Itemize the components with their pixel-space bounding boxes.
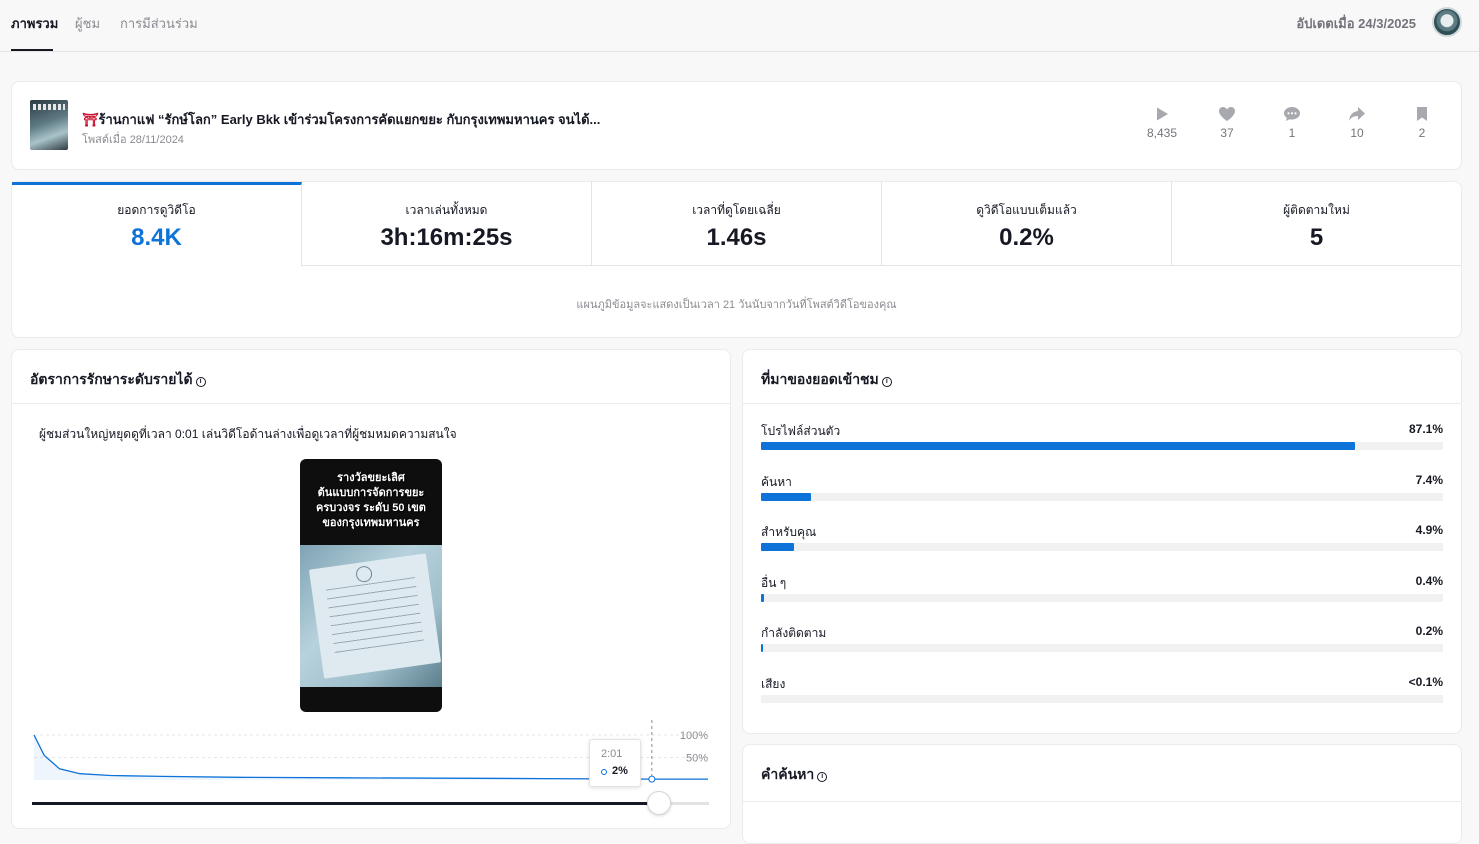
- metrics-card: ยอดการดูวิดีโอ 8.4K เวลาเล่นทั้งหมด 3h:1…: [11, 181, 1462, 338]
- metric-label: ยอดการดูวิดีโอ: [117, 203, 196, 217]
- traffic-source-bar-fill: [761, 543, 794, 551]
- traffic-source-bar-fill: [761, 493, 811, 501]
- metric-watched-full-video[interactable]: ดูวิดีโอแบบเต็มแล้ว 0.2%: [882, 182, 1172, 266]
- retention-card: อัตราการรักษาระดับรายได้ i ผู้ชมส่วนใหญ่ห…: [11, 349, 731, 829]
- metric-label: ดูวิดีโอแบบเต็มแล้ว: [976, 203, 1077, 217]
- traffic-source-bar-track: [761, 543, 1443, 551]
- torii-icon: ⛩: [82, 112, 99, 127]
- info-icon[interactable]: i: [817, 772, 828, 782]
- video-caption: รางวัลขยะเลิศ ต้นแบบการจัดการขยะ ครบวงจร…: [316, 472, 426, 529]
- metric-average-watch-time[interactable]: เวลาที่ดูโดยเฉลี่ย 1.46s: [592, 182, 882, 266]
- info-icon[interactable]: i: [195, 377, 206, 387]
- comment-icon: [1284, 107, 1300, 121]
- traffic-title: ที่มาของยอดเข้าชม i: [761, 369, 892, 391]
- y-tick-label: 50%: [686, 753, 708, 765]
- traffic-source-card: ที่มาของยอดเข้าชม i โปรไฟล์ส่วนตัว 87.1% ค้…: [742, 349, 1462, 734]
- metric-value: 1.46s: [706, 224, 767, 251]
- top-navigation: ภาพรวม ผู้ชม การมีส่วนร่วม อัปเดตเมื่อ 2…: [0, 0, 1479, 52]
- traffic-source-bar-track: [761, 594, 1443, 602]
- tab-overview[interactable]: ภาพรวม: [11, 13, 58, 34]
- tab-engagement[interactable]: การมีส่วนร่วม: [120, 13, 198, 34]
- metric-value: 3h:16m:25s: [380, 224, 513, 251]
- retention-title: อัตราการรักษาระดับรายได้ i: [30, 369, 206, 391]
- traffic-source-name: ค้นหา: [761, 475, 792, 489]
- video-preview[interactable]: รางวัลขยะเลิศ ต้นแบบการจัดการขยะ ครบวงจร…: [300, 459, 442, 712]
- chart-note: แผนภูมิข้อมูลจะแสดงเป็นเวลา 21 วันนับจาก…: [576, 299, 897, 311]
- traffic-source-bar-fill: [761, 442, 1355, 450]
- heart-icon: [1219, 107, 1235, 121]
- traffic-source-percent: 7.4%: [1415, 473, 1443, 487]
- last-updated-label: อัปเดตเมื่อ 24/3/2025: [1296, 16, 1416, 31]
- tooltip-dot: [601, 769, 607, 775]
- metric-total-play-time[interactable]: เวลาเล่นทั้งหมด 3h:16m:25s: [302, 182, 592, 266]
- retention-tooltip: 2:01 2%: [589, 739, 641, 787]
- traffic-source-row: โปรไฟล์ส่วนตัว 87.1%: [761, 422, 1443, 462]
- post-date: โพสต์เมื่อ 28/11/2024: [82, 134, 184, 146]
- playback-slider-progress: [32, 802, 658, 805]
- tooltip-time: 2:01: [601, 748, 623, 760]
- metric-label: เวลาที่ดูโดยเฉลี่ย: [692, 203, 781, 217]
- traffic-source-name: โปรไฟล์ส่วนตัว: [761, 424, 841, 438]
- traffic-source-percent: 87.1%: [1408, 422, 1443, 436]
- bookmark-icon: [1417, 107, 1427, 121]
- traffic-source-row: เสียง <0.1%: [761, 675, 1443, 715]
- metric-label: เวลาเล่นทั้งหมด: [405, 203, 488, 217]
- metric-video-views[interactable]: ยอดการดูวิดีโอ 8.4K: [12, 182, 302, 266]
- traffic-source-bar-fill: [761, 644, 763, 652]
- tooltip-value: 2%: [612, 765, 628, 777]
- traffic-source-name: เสียง: [761, 677, 786, 691]
- section-divider: [743, 801, 1461, 802]
- post-thumbnail[interactable]: [30, 100, 68, 150]
- post-title: ⛩ร้านกาแฟ “รักษ์โลก” Early Bkk เข้าร่วมโ…: [82, 112, 601, 127]
- play-icon: [1157, 107, 1168, 121]
- section-divider: [12, 403, 730, 404]
- playback-slider-thumb[interactable]: [647, 791, 671, 815]
- metric-label: ผู้ติดตามใหม่: [1283, 203, 1350, 217]
- traffic-source-row: สำหรับคุณ 4.9%: [761, 523, 1443, 563]
- avatar[interactable]: [1432, 7, 1462, 37]
- traffic-source-name: สำหรับคุณ: [761, 525, 817, 539]
- metric-value: 8.4K: [131, 224, 182, 251]
- active-tab-indicator: [11, 49, 53, 51]
- video-photo: [300, 545, 442, 687]
- traffic-source-percent: 0.4%: [1415, 574, 1443, 588]
- traffic-source-row: ค้นหา 7.4%: [761, 473, 1443, 513]
- playback-slider-track[interactable]: [32, 802, 709, 805]
- traffic-source-percent: 0.2%: [1415, 624, 1443, 638]
- share-icon: [1349, 107, 1365, 121]
- metric-value: 0.2%: [999, 224, 1054, 251]
- search-terms-title: คำค้นหา i: [761, 764, 828, 786]
- retention-description: ผู้ชมส่วนใหญ่หยุดดูที่เวลา 0:01 เล่นวิดี…: [39, 427, 457, 441]
- traffic-source-row: อื่น ๆ 0.4%: [761, 574, 1443, 614]
- traffic-source-bar-track: [761, 442, 1443, 450]
- traffic-source-name: กำลังติดตาม: [761, 626, 827, 640]
- info-icon[interactable]: i: [881, 377, 892, 387]
- traffic-source-percent: <0.1%: [1408, 675, 1443, 689]
- traffic-source-percent: 4.9%: [1415, 523, 1443, 537]
- traffic-source-bar-track: [761, 493, 1443, 501]
- traffic-source-row: กำลังติดตาม 0.2%: [761, 624, 1443, 664]
- post-header-card: ⛩ร้านกาแฟ “รักษ์โลก” Early Bkk เข้าร่วมโ…: [11, 81, 1462, 170]
- saves-count: 2: [1418, 126, 1426, 140]
- metric-new-followers[interactable]: ผู้ติดตามใหม่ 5: [1172, 182, 1461, 266]
- metric-value: 5: [1309, 224, 1324, 251]
- traffic-source-bar-track: [761, 695, 1443, 703]
- y-tick-label: 100%: [680, 730, 708, 742]
- traffic-source-bar-fill: [761, 594, 764, 602]
- section-divider: [743, 403, 1461, 404]
- traffic-source-bar-track: [761, 644, 1443, 652]
- tab-viewers[interactable]: ผู้ชม: [75, 13, 100, 34]
- highlight-point: [648, 775, 656, 783]
- traffic-source-name: อื่น ๆ: [761, 576, 787, 590]
- search-terms-card: คำค้นหา i: [742, 744, 1462, 844]
- saves-stat: 2: [1382, 106, 1462, 140]
